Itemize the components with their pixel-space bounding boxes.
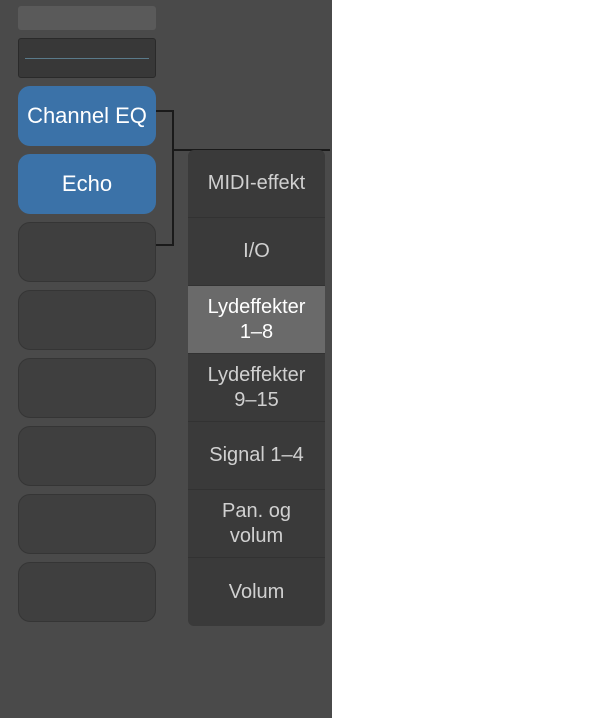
empty-effect-slot[interactable] — [18, 358, 156, 418]
empty-effect-slot[interactable] — [18, 222, 156, 282]
menu-column: MIDI-effekt I/O Lydeffekter 1–8 Lydeffek… — [188, 150, 325, 626]
menu-io[interactable]: I/O — [188, 218, 325, 286]
empty-effect-slot[interactable] — [18, 562, 156, 622]
empty-effect-slot[interactable] — [18, 494, 156, 554]
menu-midi-effect[interactable]: MIDI-effekt — [188, 150, 325, 218]
menu-audio-effects-1-8[interactable]: Lydeffekter 1–8 — [188, 286, 325, 354]
menu-pan-volume[interactable]: Pan. og volum — [188, 490, 325, 558]
menu-volume[interactable]: Volum — [188, 558, 325, 626]
empty-effect-slot[interactable] — [18, 290, 156, 350]
menu-signal-1-4[interactable]: Signal 1–4 — [188, 422, 325, 490]
empty-effect-slot[interactable] — [18, 426, 156, 486]
menu-audio-effects-9-15[interactable]: Lydeffekter 9–15 — [188, 354, 325, 422]
